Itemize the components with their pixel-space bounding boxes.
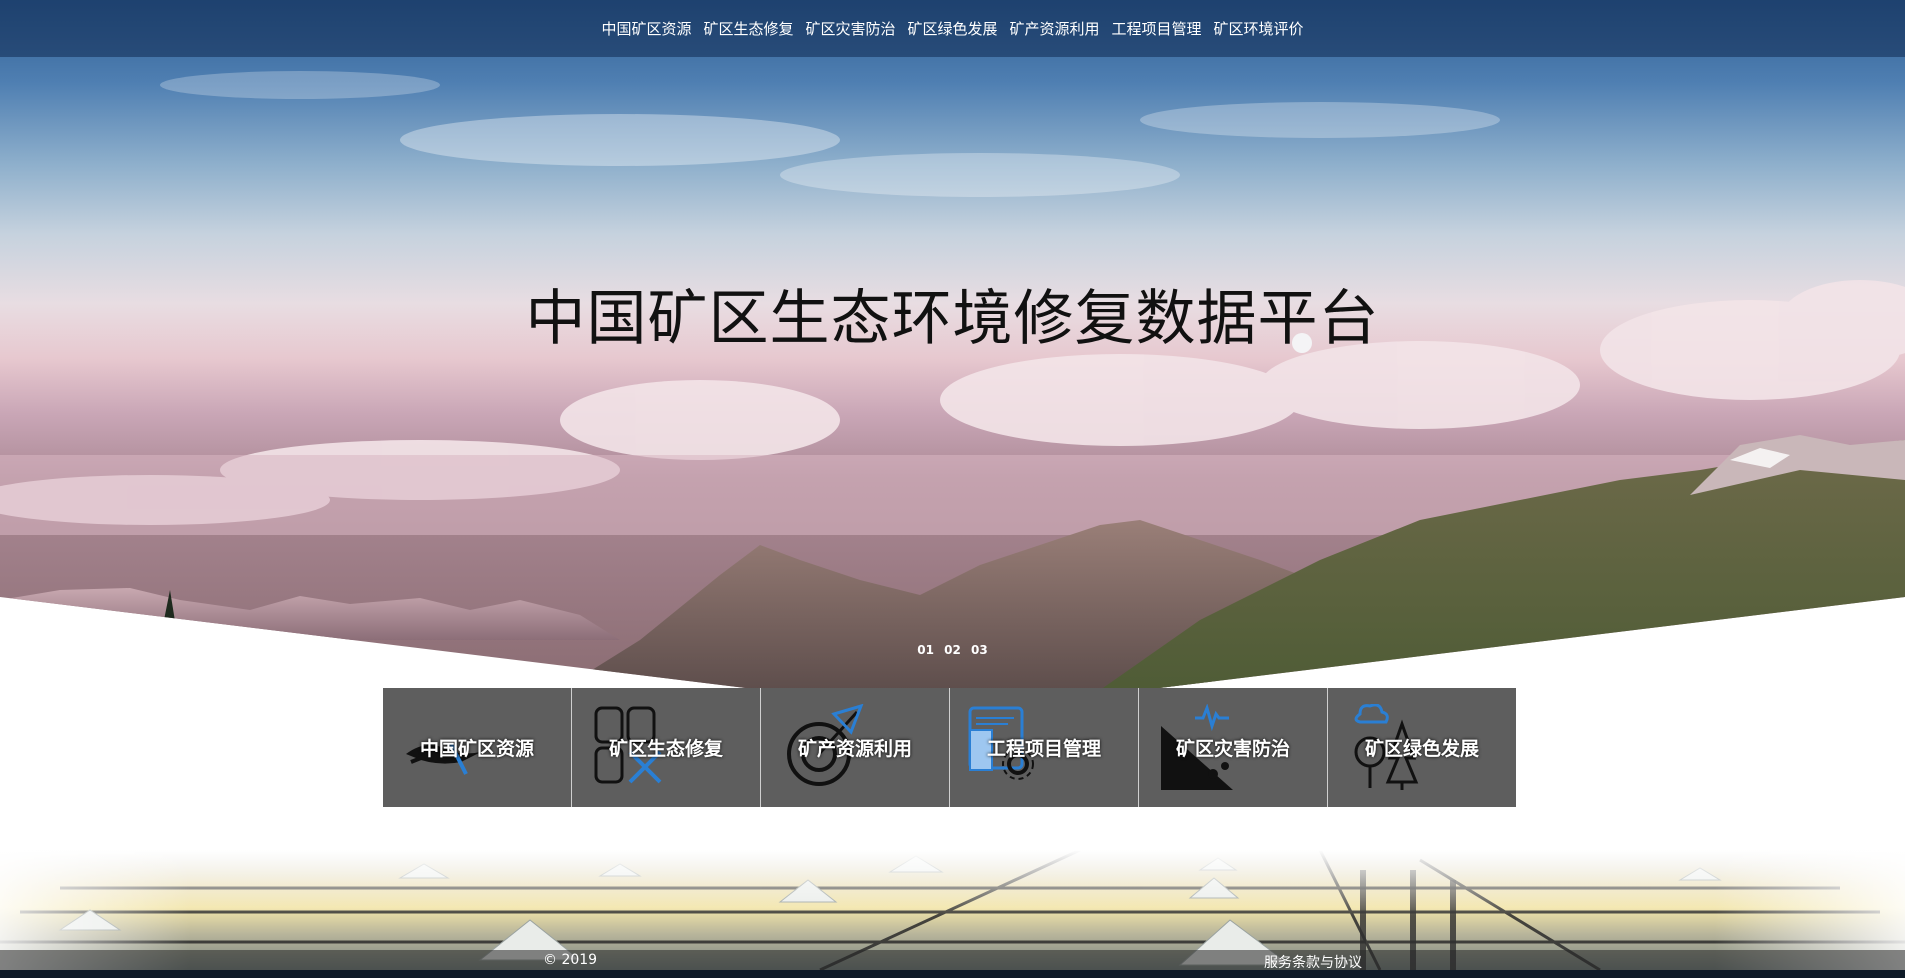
- card-green-development[interactable]: 矿区绿色发展: [1328, 688, 1516, 807]
- slide-link-2[interactable]: 02: [944, 643, 961, 657]
- nav-item-ecological-repair[interactable]: 矿区生态修复: [703, 18, 793, 39]
- card-mine-resources[interactable]: 中国矿区资源: [383, 688, 572, 807]
- card-project-management[interactable]: 工程项目管理: [950, 688, 1139, 807]
- terms-link[interactable]: 服务条款与协议: [1264, 952, 1362, 972]
- card-disaster-prevention[interactable]: 矿区灾害防治: [1139, 688, 1328, 807]
- card-ecological-repair[interactable]: 矿区生态修复: [572, 688, 761, 807]
- footer-bar: © 2019 服务条款与协议: [0, 950, 1905, 972]
- nav-item-mine-resources[interactable]: 中国矿区资源: [601, 18, 691, 39]
- nav-item-green-development[interactable]: 矿区绿色发展: [907, 18, 997, 39]
- hero-banner: 中国矿区资源 矿区生态修复 矿区灾害防治 矿区绿色发展 矿产资源利用 工程项目管…: [0, 0, 1905, 690]
- card-label: 矿区绿色发展: [1364, 738, 1479, 760]
- slide-pagination: 01 02 03: [0, 643, 1905, 657]
- card-label: 矿区灾害防治: [1175, 738, 1290, 760]
- top-navigation: 中国矿区资源 矿区生态修复 矿区灾害防治 矿区绿色发展 矿产资源利用 工程项目管…: [0, 0, 1905, 57]
- bottom-strip: [0, 970, 1905, 978]
- card-label: 矿区生态修复: [608, 738, 723, 760]
- card-label: 矿产资源利用: [797, 738, 912, 760]
- slide-link-3[interactable]: 03: [971, 643, 988, 657]
- nav-item-environment-assessment[interactable]: 矿区环境评价: [1214, 18, 1304, 39]
- slide-link-1[interactable]: 01: [917, 643, 934, 657]
- nav-item-disaster-prevention[interactable]: 矿区灾害防治: [805, 18, 895, 39]
- copyright-text: © 2019: [543, 952, 598, 968]
- card-resource-utilization[interactable]: 矿产资源利用: [761, 688, 950, 807]
- page-title: 中国矿区生态环境修复数据平台: [525, 284, 1380, 354]
- card-label: 中国矿区资源: [419, 738, 534, 760]
- nav-item-project-management[interactable]: 工程项目管理: [1112, 18, 1202, 39]
- slide-indicator-dot: [1292, 333, 1312, 353]
- card-label: 工程项目管理: [986, 738, 1101, 760]
- category-cards: 中国矿区资源 矿区生态修复 矿产资源利用 工程项目管理 矿区灾害防治 矿区绿色发…: [383, 688, 1516, 807]
- nav-item-resource-utilization[interactable]: 矿产资源利用: [1010, 18, 1100, 39]
